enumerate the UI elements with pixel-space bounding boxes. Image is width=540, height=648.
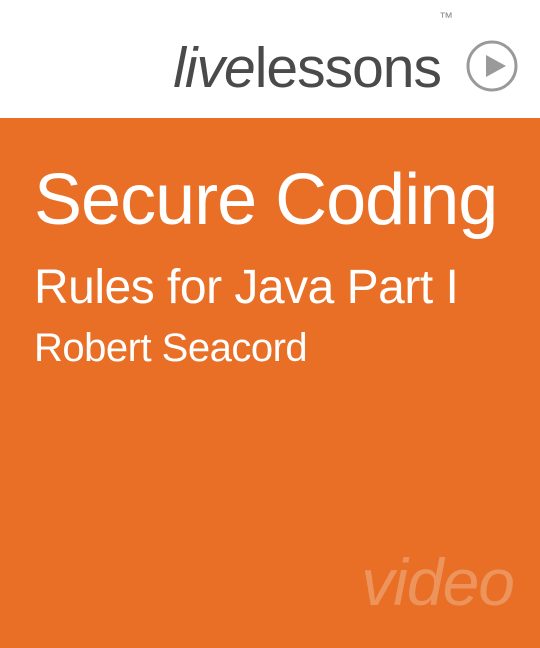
- trademark: ™: [439, 9, 452, 25]
- brand-logo: livelessons™: [173, 35, 518, 101]
- play-icon: [462, 40, 518, 97]
- brand-lessons: lessons: [255, 36, 441, 100]
- author: Robert Seacord: [34, 326, 506, 371]
- header: livelessons ™: [0, 0, 540, 118]
- brand-live: live: [173, 36, 255, 100]
- title: Secure Coding: [34, 162, 506, 240]
- cover: livelessons ™ Secure Coding Rules for Jav…: [0, 0, 540, 648]
- main-panel: Secure Coding Rules for Java Part I Robe…: [0, 118, 540, 648]
- subtitle: Rules for Java Part I: [34, 260, 506, 317]
- video-label: video: [361, 544, 514, 620]
- brand-text: livelessons™: [173, 35, 454, 101]
